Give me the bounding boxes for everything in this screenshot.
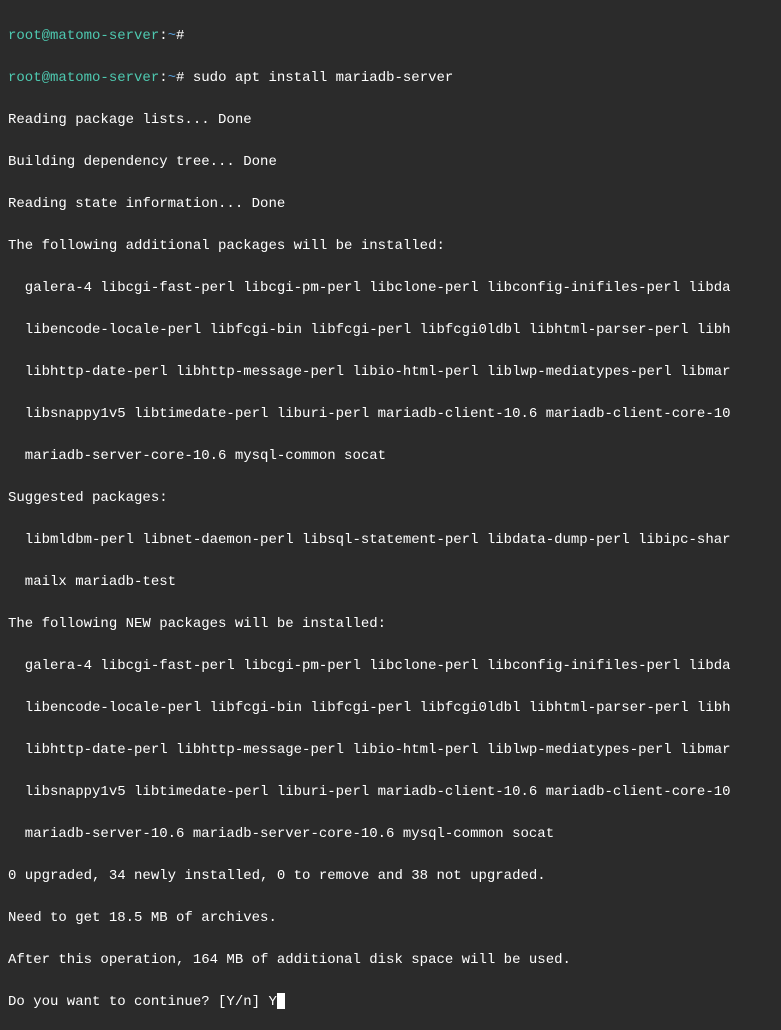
prompt-line-1: root@matomo-server:~# bbox=[8, 26, 781, 47]
prompt-symbol: # bbox=[176, 28, 184, 44]
prompt-path: ~ bbox=[168, 28, 176, 44]
prompt-host: matomo-server bbox=[50, 28, 159, 44]
prompt-at: @ bbox=[42, 28, 50, 44]
output-line: 0 upgraded, 34 newly installed, 0 to rem… bbox=[8, 866, 781, 887]
prompt-host: matomo-server bbox=[50, 70, 159, 86]
output-line: libsnappy1v5 libtimedate-perl liburi-per… bbox=[8, 782, 781, 803]
prompt-user: root bbox=[8, 28, 42, 44]
cursor-icon bbox=[277, 993, 285, 1009]
output-line: Need to get 18.5 MB of archives. bbox=[8, 908, 781, 929]
output-line: The following additional packages will b… bbox=[8, 236, 781, 257]
output-line: mariadb-server-10.6 mariadb-server-core-… bbox=[8, 824, 781, 845]
output-line: libhttp-date-perl libhttp-message-perl l… bbox=[8, 740, 781, 761]
command-input: sudo apt install mariadb-server bbox=[193, 70, 453, 86]
output-line: libhttp-date-perl libhttp-message-perl l… bbox=[8, 362, 781, 383]
output-line: libencode-locale-perl libfcgi-bin libfcg… bbox=[8, 698, 781, 719]
output-line: libmldbm-perl libnet-daemon-perl libsql-… bbox=[8, 530, 781, 551]
prompt-path: ~ bbox=[168, 70, 176, 86]
prompt-user: root bbox=[8, 70, 42, 86]
output-line: mariadb-server-core-10.6 mysql-common so… bbox=[8, 446, 781, 467]
prompt-colon: : bbox=[159, 28, 167, 44]
output-line: Reading package lists... Done bbox=[8, 110, 781, 131]
prompt-symbol: # bbox=[176, 70, 184, 86]
prompt-line-2: root@matomo-server:~# sudo apt install m… bbox=[8, 68, 781, 89]
output-line: libencode-locale-perl libfcgi-bin libfcg… bbox=[8, 320, 781, 341]
continue-prompt[interactable]: Do you want to continue? [Y/n] Y bbox=[8, 992, 781, 1013]
output-line: Building dependency tree... Done bbox=[8, 152, 781, 173]
output-line: Suggested packages: bbox=[8, 488, 781, 509]
output-line: galera-4 libcgi-fast-perl libcgi-pm-perl… bbox=[8, 656, 781, 677]
output-line: After this operation, 164 MB of addition… bbox=[8, 950, 781, 971]
output-line: Reading state information... Done bbox=[8, 194, 781, 215]
output-line: The following NEW packages will be insta… bbox=[8, 614, 781, 635]
prompt-colon: : bbox=[159, 70, 167, 86]
terminal-window[interactable]: root@matomo-server:~# root@matomo-server… bbox=[8, 5, 781, 1030]
output-line: mailx mariadb-test bbox=[8, 572, 781, 593]
prompt-at: @ bbox=[42, 70, 50, 86]
output-line: galera-4 libcgi-fast-perl libcgi-pm-perl… bbox=[8, 278, 781, 299]
output-line: libsnappy1v5 libtimedate-perl liburi-per… bbox=[8, 404, 781, 425]
continue-text: Do you want to continue? [Y/n] Y bbox=[8, 994, 277, 1010]
